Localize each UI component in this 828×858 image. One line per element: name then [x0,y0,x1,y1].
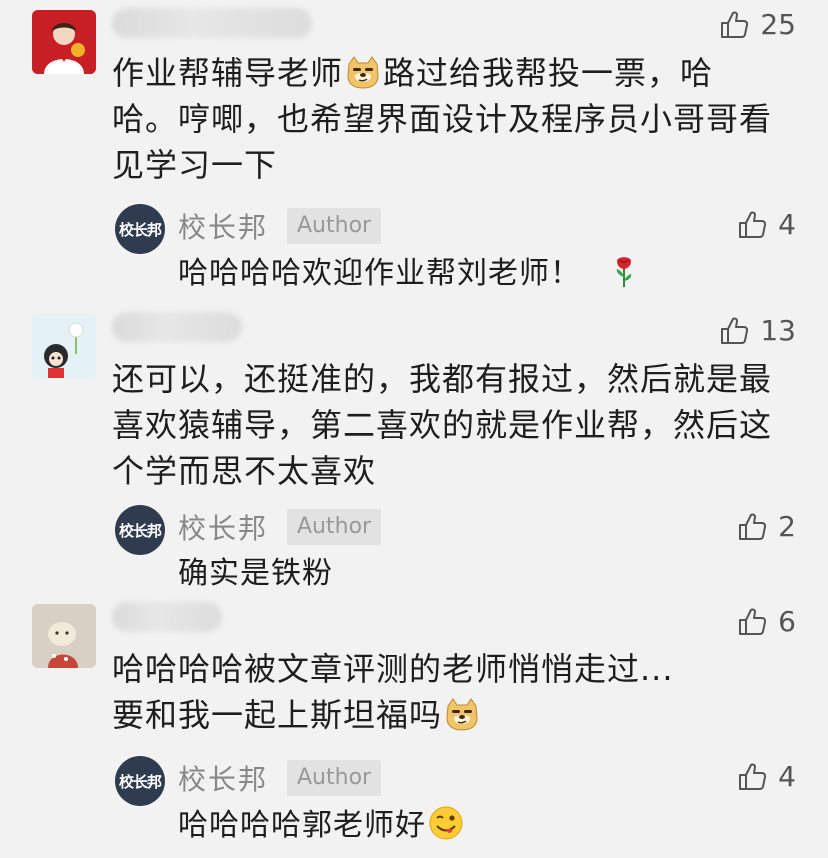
author-name: 校长邦 [178,763,269,796]
rose-emoji-icon [606,253,642,289]
thumbs-up-icon [718,9,750,41]
reply-text: 确实是铁粉 [178,556,333,591]
commenter-avatar[interactable] [32,604,96,668]
like-count: 4 [778,208,796,241]
author-badge: Author [287,760,382,796]
commenter-name-blurred [112,602,222,632]
like-count: 6 [778,605,796,638]
comment-text: 还可以，还挺准的，我都有报过，然后就是最 喜欢猿辅导，第二喜欢的就是作业帮，然后… [112,360,773,490]
like-count: 2 [778,510,796,543]
like-button[interactable]: 25 [718,8,796,41]
thumbs-up-icon [736,606,768,638]
like-button[interactable]: 13 [718,314,796,347]
author-avatar[interactable]: 校长邦 [115,756,165,806]
author-badge: Author [287,208,382,244]
author-avatar[interactable]: 校长邦 [115,505,165,555]
wink-tongue-emoji-icon [428,805,464,841]
like-count: 4 [778,760,796,793]
author-name: 校长邦 [178,512,269,545]
comment-text: 哈哈哈哈被文章评测的老师悄悄走过... 要和我一起上斯坦福吗 [112,650,674,734]
like-count: 13 [760,314,796,347]
thumbs-up-icon [736,761,768,793]
reply-like-button[interactable]: 4 [736,208,796,241]
author-avatar[interactable]: 校长邦 [115,204,165,254]
reply-like-button[interactable]: 4 [736,760,796,793]
commenter-avatar[interactable] [32,314,96,378]
thumbs-up-icon [736,511,768,543]
commenter-avatar[interactable] [32,10,96,74]
doge-emoji-icon [345,54,381,90]
thumbs-up-icon [736,209,768,241]
author-badge: Author [287,509,382,545]
thumbs-up-icon [718,315,750,347]
reply-like-button[interactable]: 2 [736,510,796,543]
comment-text: 作业帮辅导老师 路过给我帮投一票，哈 哈。哼唧，也希望界面设计及程序员小哥哥看 见… [112,54,773,184]
commenter-name-blurred [112,8,312,38]
commenter-name-blurred [112,312,242,342]
reply-text: 哈哈哈哈欢迎作业帮刘老师！ [178,252,778,296]
reply-text: 哈哈哈哈郭老师好 [178,804,778,848]
doge-emoji-icon [444,696,480,732]
author-name: 校长邦 [178,211,269,244]
like-button[interactable]: 6 [736,605,796,638]
like-count: 25 [760,8,796,41]
